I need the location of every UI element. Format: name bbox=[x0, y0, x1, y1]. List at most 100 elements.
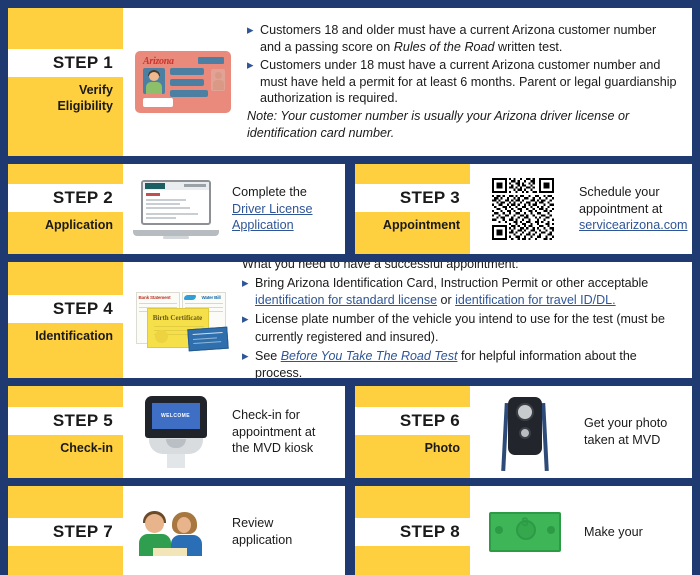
step-2-subtitle: Application bbox=[8, 212, 123, 234]
step-6-icon-cell bbox=[470, 386, 580, 478]
step-1-bullet-1-italic: Rules of the Road bbox=[393, 40, 495, 55]
driver-license-application-link-line2: Application bbox=[232, 218, 294, 233]
step-5-subtitle: Check-in bbox=[8, 435, 123, 457]
step-4-bullet-1: Bring Arizona Identification Card, Instr… bbox=[242, 274, 680, 311]
step-1-bullet-1: Customers 18 and older must have a curre… bbox=[247, 21, 680, 55]
step-5-number: STEP 5 bbox=[52, 411, 113, 431]
step-1-note: Note: Your customer number is usually yo… bbox=[247, 109, 630, 140]
two-people-icon bbox=[138, 508, 213, 556]
step-2-subtitle-line1: Application bbox=[44, 218, 113, 233]
step-4-icon-cell: Bank Statement Water Bill Birth Certific… bbox=[123, 262, 238, 378]
step-2-icon-cell bbox=[123, 164, 228, 254]
step-4-number: STEP 4 bbox=[52, 299, 113, 319]
step-5-subtitle-line1: Check-in bbox=[60, 441, 113, 456]
step-1-subtitle-line1: Verify bbox=[78, 83, 113, 98]
doc-birth-certificate-label: Birth Certificate bbox=[152, 314, 203, 322]
step-7-text-line2: application bbox=[232, 533, 293, 547]
step-3-text-line2: appointment at bbox=[579, 201, 663, 216]
identification-standard-license-link[interactable]: identification for standard license bbox=[255, 293, 437, 307]
step-1-bullet-1-post: written test. bbox=[494, 40, 563, 55]
card-step-3: STEP 3 Appointment Schedule your appoint… bbox=[355, 164, 692, 254]
doc-water-label: Water Bill bbox=[201, 295, 221, 300]
step-6-subtitle-line1: Photo bbox=[424, 441, 460, 456]
step-2-text: Complete the bbox=[232, 184, 307, 199]
step-4-bullet-1-pre: Bring Arizona Identification Card, Instr… bbox=[255, 275, 649, 290]
step-7-number-band: STEP 7 bbox=[8, 518, 123, 546]
step-1-subtitle: Verify Eligibility bbox=[8, 77, 123, 114]
row-step-2-3: STEP 2 Application Complete the Driver L… bbox=[8, 164, 692, 254]
row-step-1: STEP 1 Verify Eligibility Arizona ▸ Cust… bbox=[8, 8, 692, 156]
step-1-body: Customers 18 and older must have a curre… bbox=[243, 8, 692, 156]
step-3-icon-cell bbox=[470, 164, 575, 254]
card-step-1: STEP 1 Verify Eligibility Arizona ▸ Cust… bbox=[8, 8, 692, 156]
step-3-text-line1: Schedule your bbox=[579, 184, 660, 199]
card-step-4: STEP 4 Identification Bank Statement Wat… bbox=[8, 262, 692, 378]
step-5-text-line2: appointment at bbox=[232, 424, 316, 439]
infographic-page: STEP 1 Verify Eligibility Arizona ▸ Cust… bbox=[0, 0, 700, 575]
camera-tripod-icon bbox=[500, 393, 550, 472]
step-1-number: STEP 1 bbox=[52, 53, 113, 73]
step-7-label-block: STEP 7 bbox=[8, 486, 123, 575]
step-4-bullet-list: Bring Arizona Identification Card, Instr… bbox=[242, 274, 680, 378]
card-step-8: STEP 8 $ Make your bbox=[355, 486, 692, 575]
step-6-text-line2: taken at MVD bbox=[584, 433, 661, 447]
step-4-subtitle: Identification bbox=[8, 323, 123, 345]
step-3-subtitle: Appointment bbox=[355, 212, 470, 234]
step-5-text-line3: the MVD kiosk bbox=[232, 441, 314, 456]
step-4-number-band: STEP 4 bbox=[8, 295, 123, 324]
step-4-bullet-2-text: License plate number of the vehicle you … bbox=[255, 312, 665, 344]
step-5-label-block: STEP 5 Check-in bbox=[8, 386, 123, 478]
doc-bank-label: Bank Statement bbox=[138, 295, 171, 300]
step-4-subtitle-line1: Identification bbox=[35, 329, 113, 344]
card-step-2: STEP 2 Application Complete the Driver L… bbox=[8, 164, 345, 254]
step-6-subtitle: Photo bbox=[355, 435, 470, 457]
step-1-number-band: STEP 1 bbox=[8, 49, 123, 78]
step-8-body: Make your bbox=[580, 486, 692, 575]
before-you-take-road-test-link[interactable]: Before You Take The Road Test bbox=[281, 349, 458, 363]
step-3-body: Schedule your appointment at serviceariz… bbox=[575, 164, 692, 254]
step-5-body: Check-in for appointment at the MVD kios… bbox=[228, 386, 345, 478]
servicearizona-link[interactable]: servicearizona.com bbox=[579, 217, 688, 234]
step-4-bullet-3-pre: See bbox=[255, 348, 281, 363]
row-step-5-6: STEP 5 Check-in WELCOME Check-in for app… bbox=[8, 386, 692, 478]
step-1-subtitle-line2: Eligibility bbox=[57, 99, 113, 113]
laptop-icon bbox=[132, 178, 219, 240]
arizona-license-card-icon: Arizona bbox=[135, 51, 231, 113]
step-7-body: Review application bbox=[228, 486, 345, 575]
step-2-number-band: STEP 2 bbox=[8, 184, 123, 213]
step-1-label-block: STEP 1 Verify Eligibility bbox=[8, 8, 123, 156]
step-4-bullet-1-mid: or bbox=[437, 293, 456, 308]
card-step-5: STEP 5 Check-in WELCOME Check-in for app… bbox=[8, 386, 345, 478]
step-3-label-block: STEP 3 Appointment bbox=[355, 164, 470, 254]
step-6-text-line1: Get your photo bbox=[584, 416, 668, 431]
step-3-number-band: STEP 3 bbox=[355, 184, 470, 213]
step-1-bullet-2: Customers under 18 must have a current A… bbox=[247, 56, 680, 107]
card-step-6: STEP 6 Photo Get your photo taken at MVD bbox=[355, 386, 692, 478]
step-3-subtitle-line1: Appointment bbox=[382, 218, 460, 233]
step-7-icon-cell bbox=[123, 486, 228, 575]
step-2-number: STEP 2 bbox=[52, 188, 113, 208]
qr-code-icon[interactable] bbox=[491, 178, 554, 240]
step-6-label-block: STEP 6 Photo bbox=[355, 386, 470, 478]
step-5-text-line1: Check-in for bbox=[232, 407, 300, 422]
row-step-4: STEP 4 Identification Bank Statement Wat… bbox=[8, 262, 692, 378]
step-8-label-block: STEP 8 bbox=[355, 486, 470, 575]
row-step-7-8: STEP 7 Review application STEP 8 $ Make … bbox=[8, 486, 692, 575]
step-8-number: STEP 8 bbox=[399, 522, 460, 541]
step-4-bullet-3: See Before You Take The Road Test for he… bbox=[242, 347, 680, 378]
step-1-icon-cell: Arizona bbox=[123, 8, 243, 156]
step-2-body: Complete the Driver License Application bbox=[228, 164, 345, 254]
step-7-text-line1: Review bbox=[232, 516, 274, 531]
step-3-number: STEP 3 bbox=[399, 188, 460, 208]
kiosk-icon: WELCOME bbox=[144, 396, 207, 468]
step-8-number-band: STEP 8 bbox=[355, 518, 470, 546]
step-6-number: STEP 6 bbox=[399, 411, 460, 431]
driver-license-application-link[interactable]: Driver License Application bbox=[232, 201, 333, 234]
step-8-text-line1: Make your bbox=[584, 524, 643, 539]
driver-license-application-link-line1: Driver License bbox=[232, 201, 313, 216]
step-1-bullet-list: Customers 18 and older must have a curre… bbox=[247, 21, 680, 108]
step-8-icon-cell: $ bbox=[470, 486, 580, 575]
identification-travel-id-link[interactable]: identification for travel ID/DL. bbox=[455, 293, 616, 307]
documents-icon: Bank Statement Water Bill Birth Certific… bbox=[132, 288, 230, 352]
step-4-bullet-2: License plate number of the vehicle you … bbox=[242, 310, 680, 347]
